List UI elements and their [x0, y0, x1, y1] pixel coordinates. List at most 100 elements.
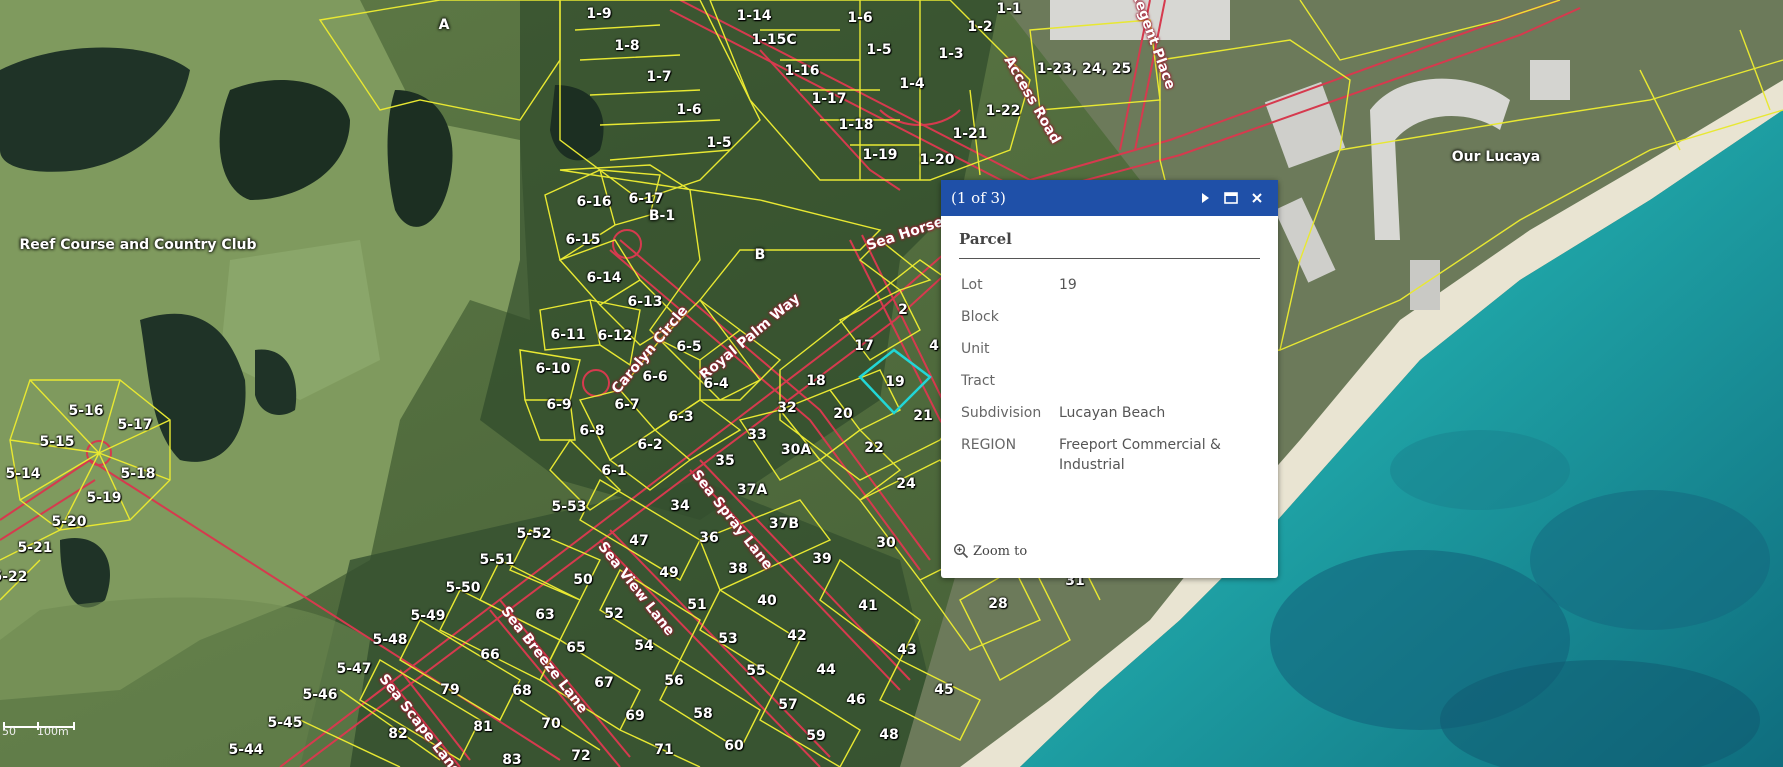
parcel-label[interactable]: 1-5	[866, 42, 891, 58]
parcel-label[interactable]: 44	[816, 662, 835, 678]
parcel-label[interactable]: 63	[535, 607, 554, 623]
parcel-label[interactable]: 5-49	[410, 608, 445, 624]
parcel-label[interactable]: 17	[854, 338, 873, 354]
parcel-label[interactable]: 50	[573, 572, 592, 588]
parcel-label[interactable]: 6-15	[565, 232, 600, 248]
parcel-label[interactable]: 5-17	[117, 417, 152, 433]
parcel-label[interactable]: 1-15C	[751, 32, 796, 48]
parcel-label[interactable]: 6-16	[576, 194, 611, 210]
parcel-label[interactable]: 6-4	[703, 376, 728, 392]
parcel-label[interactable]: 19	[885, 374, 904, 390]
parcel-label[interactable]: 57	[778, 697, 797, 713]
parcel-label[interactable]: 66	[480, 647, 499, 663]
parcel-label[interactable]: 71	[654, 742, 673, 758]
parcel-label[interactable]: 1-6	[676, 102, 701, 118]
parcel-label[interactable]: 6-7	[614, 397, 639, 413]
parcel-label[interactable]: 1-16	[784, 63, 819, 79]
parcel-label[interactable]: 1-21	[952, 126, 987, 142]
parcel-label[interactable]: 1-19	[862, 147, 897, 163]
zoom-to-link[interactable]: Zoom to	[953, 543, 1027, 559]
parcel-label[interactable]: 82	[388, 726, 407, 742]
parcel-label[interactable]: 5-50	[445, 580, 480, 596]
close-button[interactable]	[1246, 187, 1268, 209]
parcel-label[interactable]: 1-18	[838, 117, 873, 133]
parcel-label[interactable]: 18	[806, 373, 825, 389]
parcel-label[interactable]: 5-14	[5, 466, 40, 482]
parcel-label[interactable]: 54	[634, 638, 653, 654]
parcel-label[interactable]: 5-21	[17, 540, 52, 556]
parcel-label[interactable]: 5-20	[51, 514, 86, 530]
parcel-label[interactable]: 34	[670, 498, 689, 514]
parcel-label[interactable]: 5-18	[120, 466, 155, 482]
parcel-label[interactable]: 5-22	[0, 569, 28, 585]
parcel-label[interactable]: 6-3	[668, 409, 693, 425]
parcel-label[interactable]: 83	[502, 752, 521, 767]
parcel-label[interactable]: 1-23, 24, 25	[1037, 61, 1131, 77]
parcel-label[interactable]: 38	[728, 561, 747, 577]
parcel-label[interactable]: 39	[812, 551, 831, 567]
parcel-label[interactable]: 35	[715, 453, 734, 469]
parcel-label[interactable]: 46	[846, 692, 865, 708]
parcel-label[interactable]: 81	[473, 719, 492, 735]
parcel-label[interactable]: 1-20	[919, 152, 954, 168]
parcel-label[interactable]: 1-3	[938, 46, 963, 62]
parcel-label[interactable]: 5-45	[267, 715, 302, 731]
parcel-label[interactable]: 52	[604, 606, 623, 622]
parcel-label[interactable]: 6-9	[546, 397, 571, 413]
parcel-label[interactable]: 41	[858, 598, 877, 614]
parcel-label[interactable]: 65	[566, 640, 585, 656]
parcel-label[interactable]: 5-53	[551, 499, 586, 515]
parcel-label[interactable]: 1-2	[967, 19, 992, 35]
parcel-label[interactable]: 5-15	[39, 434, 74, 450]
parcel-label[interactable]: 5-16	[68, 403, 103, 419]
parcel-label[interactable]: 5-46	[302, 687, 337, 703]
parcel-label[interactable]: 37A	[737, 482, 767, 498]
parcel-label[interactable]: 6-6	[642, 369, 667, 385]
parcel-label[interactable]: 40	[757, 593, 776, 609]
parcel-label[interactable]: 68	[512, 683, 531, 699]
parcel-label[interactable]: 5-52	[516, 526, 551, 542]
parcel-label[interactable]: 6-8	[579, 423, 604, 439]
parcel-label[interactable]: 55	[746, 663, 765, 679]
parcel-label[interactable]: 1-7	[646, 69, 671, 85]
parcel-label[interactable]: 22	[864, 440, 883, 456]
parcel-label[interactable]: 36	[699, 530, 718, 546]
parcel-label[interactable]: 1-14	[736, 8, 771, 24]
parcel-label[interactable]: 6-11	[550, 327, 585, 343]
parcel-label[interactable]: 2	[898, 302, 908, 318]
parcel-label[interactable]: 72	[571, 748, 590, 764]
parcel-label[interactable]: 59	[806, 728, 825, 744]
next-feature-button[interactable]	[1194, 187, 1216, 209]
parcel-label[interactable]: 60	[724, 738, 743, 754]
parcel-label[interactable]: 45	[934, 682, 953, 698]
parcel-label[interactable]: 21	[913, 408, 932, 424]
parcel-label[interactable]: 42	[787, 628, 806, 644]
parcel-label[interactable]: 49	[659, 565, 678, 581]
parcel-label[interactable]: 33	[747, 427, 766, 443]
parcel-label[interactable]: 53	[718, 631, 737, 647]
parcel-label[interactable]: 1-22	[985, 103, 1020, 119]
parcel-label[interactable]: 6-5	[676, 339, 701, 355]
parcel-label[interactable]: 43	[897, 642, 916, 658]
parcel-label[interactable]: 70	[541, 716, 560, 732]
parcel-label[interactable]: 6-10	[535, 361, 570, 377]
parcel-label[interactable]: 6-1	[601, 463, 626, 479]
parcel-label[interactable]: 5-51	[479, 552, 514, 568]
parcel-label[interactable]: 1-17	[811, 91, 846, 107]
parcel-label[interactable]: 48	[879, 727, 898, 743]
parcel-label[interactable]: 5-48	[372, 632, 407, 648]
parcel-label[interactable]: 4	[929, 338, 939, 354]
parcel-label[interactable]: 67	[594, 675, 613, 691]
parcel-label[interactable]: 1-4	[899, 76, 924, 92]
parcel-label[interactable]: 58	[693, 706, 712, 722]
parcel-label[interactable]: 30A	[781, 442, 811, 458]
parcel-label[interactable]: 1-5	[706, 135, 731, 151]
parcel-label[interactable]: 6-17	[628, 191, 663, 207]
parcel-label[interactable]: 37B	[769, 516, 799, 532]
parcel-label[interactable]: 1-6	[847, 10, 872, 26]
parcel-label[interactable]: 56	[664, 673, 683, 689]
maximize-button[interactable]	[1220, 187, 1242, 209]
parcel-label[interactable]: 6-2	[637, 437, 662, 453]
parcel-label[interactable]: 79	[440, 682, 459, 698]
parcel-label[interactable]: 32	[777, 400, 796, 416]
